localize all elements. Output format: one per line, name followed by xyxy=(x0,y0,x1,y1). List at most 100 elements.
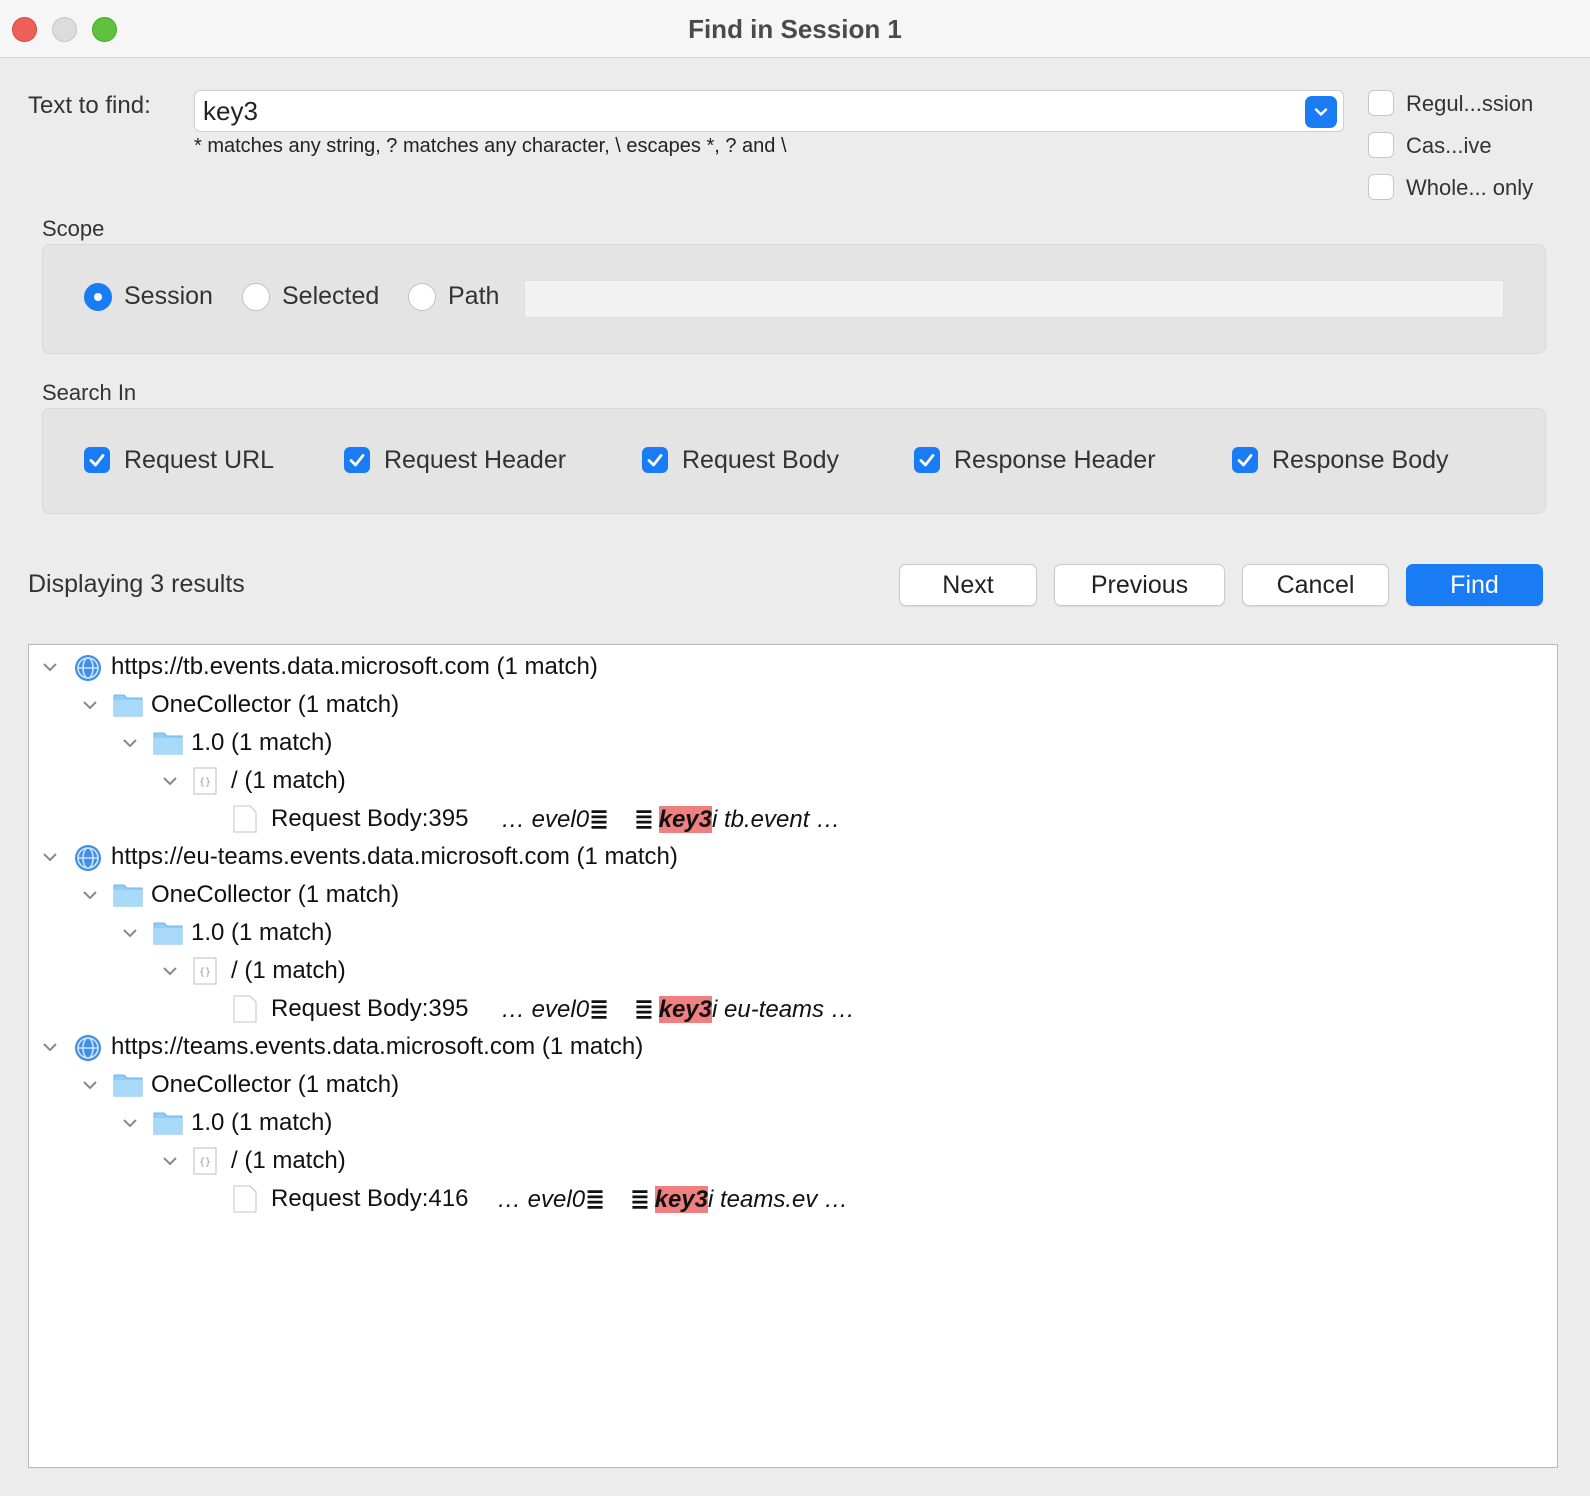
tree-row-path[interactable]: {} / (1 match) xyxy=(29,952,1557,990)
path-label: / (1 match) xyxy=(231,957,346,984)
file-icon xyxy=(233,1185,257,1213)
next-button[interactable]: Next xyxy=(899,564,1037,606)
chevron-down-icon xyxy=(1314,108,1328,116)
folder-icon xyxy=(153,922,183,945)
results-count-label: Displaying 3 results xyxy=(28,570,245,598)
checkmark-icon xyxy=(647,454,663,467)
chevron-down-icon[interactable] xyxy=(161,772,179,790)
match-snippet: … evel0≣ ≣ key3i eu-teams … xyxy=(501,996,855,1023)
request-body-checkbox[interactable] xyxy=(642,447,668,473)
scope-selected-label: Selected xyxy=(282,282,380,310)
response-body-checkbox[interactable] xyxy=(1232,447,1258,473)
whole-word-label: Whole... only xyxy=(1406,175,1534,200)
find-combobox xyxy=(194,90,1344,132)
match-label: Request Body:395 xyxy=(271,805,469,832)
file-icon xyxy=(233,805,257,833)
folder-label: OneCollector (1 match) xyxy=(151,1071,400,1098)
request-header-checkbox[interactable] xyxy=(344,447,370,473)
json-file-icon: {} xyxy=(193,767,217,795)
globe-icon xyxy=(75,1035,101,1061)
scope-session-radio[interactable] xyxy=(84,283,112,311)
regex-label: Regul...ssion xyxy=(1406,91,1534,116)
tree-row-host[interactable]: https://eu-teams.events.data.microsoft.c… xyxy=(29,838,1557,876)
checkmark-icon xyxy=(919,454,935,467)
title-bar: Find in Session 1 xyxy=(0,0,1590,58)
request-url-checkbox[interactable] xyxy=(84,447,110,473)
host-label: https://eu-teams.events.data.microsoft.c… xyxy=(111,843,678,870)
chevron-down-icon[interactable] xyxy=(81,886,99,904)
tree-row-match[interactable]: Request Body:416 … evel0≣ ≣ key3i teams.… xyxy=(29,1180,1557,1218)
folder-icon xyxy=(153,732,183,755)
scope-selected-radio[interactable] xyxy=(242,283,270,311)
tree-row-path[interactable]: {} / (1 match) xyxy=(29,1142,1557,1180)
request-header-label: Request Header xyxy=(384,446,567,474)
path-label: / (1 match) xyxy=(231,1147,346,1174)
request-url-label: Request URL xyxy=(124,446,275,474)
tree-row-match[interactable]: Request Body:395 … evel0≣ ≣ key3i tb.eve… xyxy=(29,800,1557,838)
folder-label: 1.0 (1 match) xyxy=(191,729,333,756)
cancel-button[interactable]: Cancel xyxy=(1242,564,1389,606)
chevron-down-icon[interactable] xyxy=(161,1152,179,1170)
case-sensitive-checkbox[interactable] xyxy=(1368,132,1394,158)
chevron-down-icon[interactable] xyxy=(41,848,59,866)
tree-row-folder[interactable]: 1.0 (1 match) xyxy=(29,1104,1557,1142)
match-snippet: … evel0≣ ≣ key3i tb.event … xyxy=(501,806,841,833)
tree-row-match[interactable]: Request Body:395 … evel0≣ ≣ key3i eu-tea… xyxy=(29,990,1557,1028)
chevron-down-icon[interactable] xyxy=(121,924,139,942)
folder-icon xyxy=(113,884,143,907)
chevron-down-icon[interactable] xyxy=(81,696,99,714)
wildcard-hint: * matches any string, ? matches any char… xyxy=(194,135,787,157)
svg-text:{}: {} xyxy=(199,967,211,978)
find-button[interactable]: Find xyxy=(1406,564,1543,606)
chevron-down-icon[interactable] xyxy=(121,1114,139,1132)
regex-checkbox[interactable] xyxy=(1368,90,1394,116)
match-highlight: key3 xyxy=(658,806,712,833)
previous-button[interactable]: Previous xyxy=(1054,564,1225,606)
whole-word-checkbox[interactable] xyxy=(1368,174,1394,200)
tree-row-folder[interactable]: OneCollector (1 match) xyxy=(29,1066,1557,1104)
folder-icon xyxy=(113,1074,143,1097)
scope-path-label: Path xyxy=(448,282,500,310)
tree-row-folder[interactable]: 1.0 (1 match) xyxy=(29,724,1557,762)
scope-path-input[interactable] xyxy=(524,280,1504,318)
case-sensitive-label: Cas...ive xyxy=(1406,133,1492,158)
scope-path-radio[interactable] xyxy=(408,283,436,311)
response-header-checkbox[interactable] xyxy=(914,447,940,473)
match-highlight: key3 xyxy=(658,996,712,1023)
globe-icon xyxy=(75,845,101,871)
scope-label: Scope xyxy=(42,216,105,241)
tree-row-folder[interactable]: OneCollector (1 match) xyxy=(29,876,1557,914)
chevron-down-icon[interactable] xyxy=(41,1038,59,1056)
request-body-label: Request Body xyxy=(682,446,840,474)
svg-text:{}: {} xyxy=(199,777,211,788)
globe-icon xyxy=(75,655,101,681)
match-label: Request Body:416 xyxy=(271,1185,469,1212)
tree-row-host[interactable]: https://teams.events.data.microsoft.com … xyxy=(29,1028,1557,1066)
match-snippet: … evel0≣ ≣ key3i teams.ev … xyxy=(497,1186,849,1213)
response-body-label: Response Body xyxy=(1272,446,1449,474)
scope-session-label: Session xyxy=(124,282,213,310)
tree-row-folder[interactable]: 1.0 (1 match) xyxy=(29,914,1557,952)
tree-row-host[interactable]: https://tb.events.data.microsoft.com (1 … xyxy=(29,648,1557,686)
find-history-dropdown-button[interactable] xyxy=(1305,96,1337,128)
tree-row-folder[interactable]: OneCollector (1 match) xyxy=(29,686,1557,724)
folder-icon xyxy=(113,694,143,717)
find-input[interactable] xyxy=(203,91,1283,131)
host-label: https://teams.events.data.microsoft.com … xyxy=(111,1033,644,1060)
results-tree[interactable]: https://tb.events.data.microsoft.com (1 … xyxy=(28,644,1558,1468)
window-title: Find in Session 1 xyxy=(688,14,902,44)
chevron-down-icon[interactable] xyxy=(81,1076,99,1094)
chevron-down-icon[interactable] xyxy=(161,962,179,980)
chevron-down-icon[interactable] xyxy=(41,658,59,676)
search-in-label: Search In xyxy=(42,380,137,405)
folder-label: OneCollector (1 match) xyxy=(151,691,400,718)
match-highlight: key3 xyxy=(654,1186,708,1213)
file-icon xyxy=(233,995,257,1023)
json-file-icon: {} xyxy=(193,1147,217,1175)
folder-label: OneCollector (1 match) xyxy=(151,881,400,908)
chevron-down-icon[interactable] xyxy=(121,734,139,752)
folder-icon xyxy=(153,1112,183,1135)
tree-row-path[interactable]: {} / (1 match) xyxy=(29,762,1557,800)
checkmark-icon xyxy=(349,454,365,467)
folder-label: 1.0 (1 match) xyxy=(191,919,333,946)
